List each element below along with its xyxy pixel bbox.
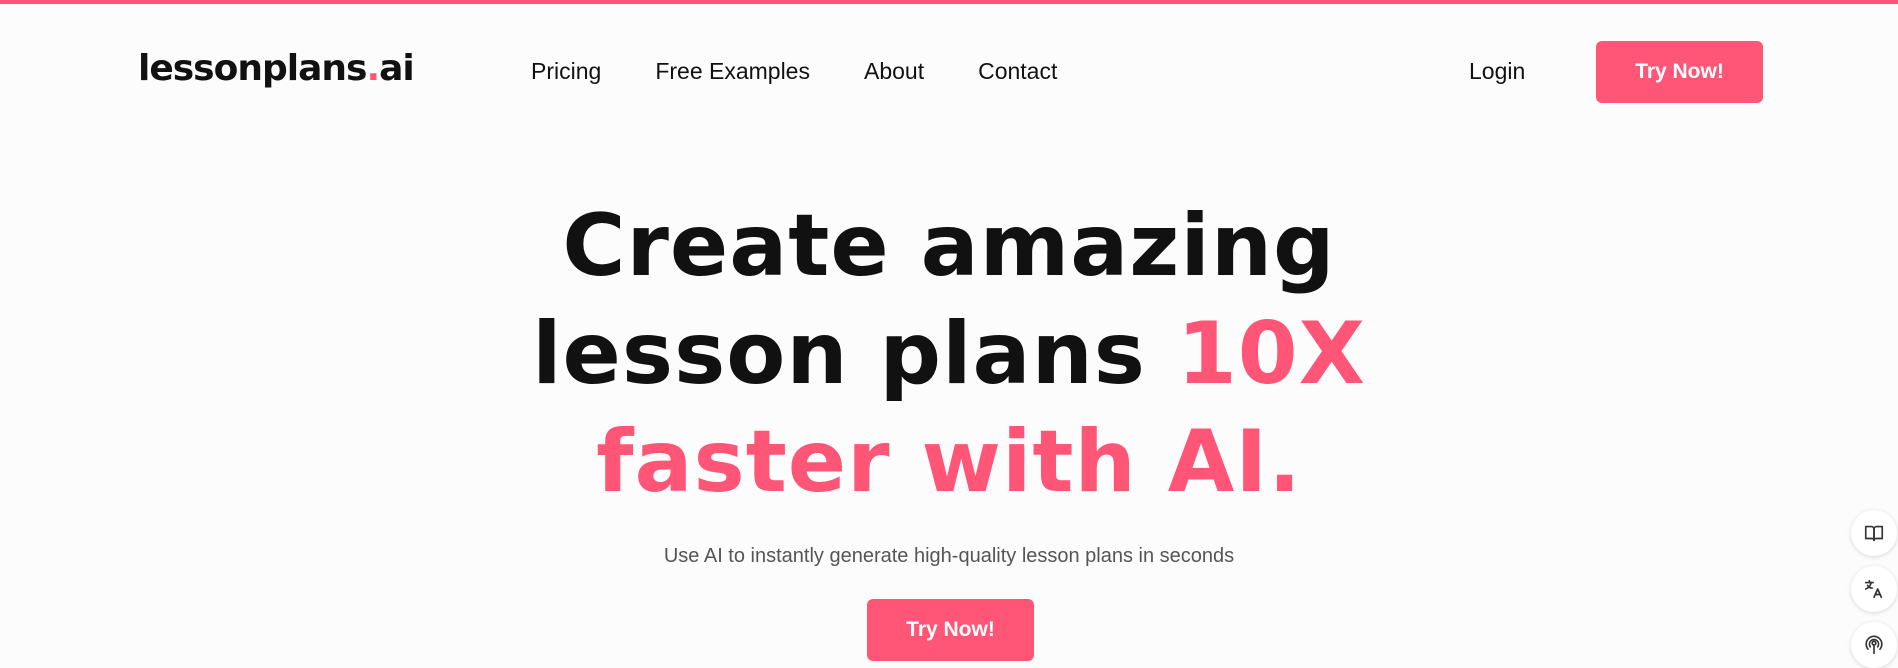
hero-title-accent-10x: 10X	[1176, 304, 1366, 404]
hero-title-line-3: faster with AI.	[596, 412, 1302, 512]
hero-title-line-1: Create amazing	[562, 196, 1336, 296]
logo[interactable]: lessonplans.ai	[138, 48, 415, 89]
hero-title-line-2: lesson plans	[532, 304, 1177, 404]
side-tool-reader[interactable]	[1851, 510, 1897, 556]
main-nav: Pricing Free Examples About Contact	[531, 58, 1057, 85]
side-tool-translate[interactable]	[1851, 566, 1897, 612]
hero-try-now-button[interactable]: Try Now!	[867, 599, 1034, 661]
header-try-now-button[interactable]: Try Now!	[1596, 41, 1763, 103]
logo-tld: ai	[379, 48, 415, 89]
translate-icon	[1864, 579, 1883, 599]
site-header: lessonplans.ai Pricing Free Examples Abo…	[0, 4, 1898, 140]
hero-subtitle: Use AI to instantly generate high-qualit…	[663, 545, 1235, 567]
hero-title: Create amazing lesson plans 10X faster w…	[0, 192, 1898, 516]
book-open-icon	[1864, 525, 1884, 542]
logo-dot: .	[366, 48, 380, 89]
nav-link-contact[interactable]: Contact	[978, 58, 1057, 85]
logo-text: lessonplans	[138, 48, 367, 89]
nav-link-pricing[interactable]: Pricing	[531, 58, 601, 85]
podcast-icon	[1865, 635, 1883, 655]
nav-link-free-examples[interactable]: Free Examples	[655, 58, 810, 85]
side-tool-listen[interactable]	[1851, 622, 1897, 668]
side-toolbar	[1851, 510, 1897, 668]
login-link[interactable]: Login	[1469, 58, 1525, 85]
nav-link-about[interactable]: About	[864, 58, 924, 85]
